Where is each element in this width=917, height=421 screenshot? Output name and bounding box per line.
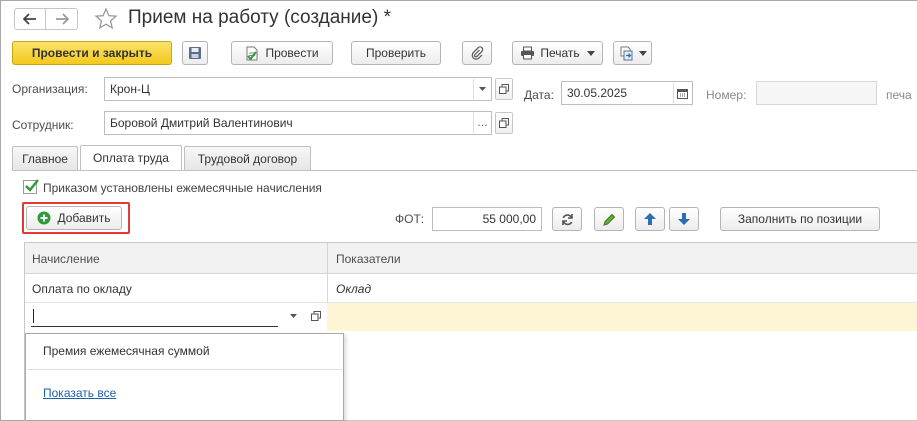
fot-field[interactable]: 55 000,00 bbox=[432, 207, 542, 231]
employee-value: Боровой Дмитрий Валентинович bbox=[110, 116, 293, 130]
employee-field[interactable]: Боровой Дмитрий Валентинович bbox=[104, 111, 492, 135]
add-button[interactable]: Добавить bbox=[26, 206, 122, 230]
dropdown-arrow-icon bbox=[289, 314, 297, 318]
column-header-accrual[interactable]: Начисление bbox=[32, 252, 100, 266]
org-open-button[interactable] bbox=[495, 78, 513, 100]
table-header bbox=[25, 243, 917, 274]
accrual-open-button[interactable] bbox=[308, 307, 324, 325]
checkmark-icon bbox=[25, 179, 39, 192]
attach-button[interactable] bbox=[462, 41, 492, 65]
print-menu-button[interactable]: Печать bbox=[512, 41, 603, 65]
monthly-accruals-checkbox[interactable] bbox=[23, 179, 39, 194]
open-window-icon bbox=[311, 311, 321, 321]
post-and-close-button[interactable]: Провести и закрыть bbox=[12, 41, 172, 65]
paperclip-icon bbox=[471, 46, 484, 60]
accrual-dropdown-list: Премия ежемесячная суммой Показать все bbox=[25, 333, 344, 421]
column-header-indicators[interactable]: Показатели bbox=[336, 252, 401, 266]
date-value: 30.05.2025 bbox=[567, 86, 628, 100]
fot-label: ФОТ: bbox=[395, 212, 425, 226]
nav-forward-button[interactable] bbox=[46, 8, 78, 30]
favorite-star-icon[interactable] bbox=[94, 7, 118, 31]
monthly-accruals-label: Приказом установлены ежемесячные начисле… bbox=[43, 181, 322, 195]
employee-select-button[interactable]: … bbox=[473, 112, 491, 134]
post-document-icon bbox=[246, 46, 258, 61]
org-field[interactable]: Крон-Ц bbox=[104, 77, 492, 101]
fill-by-position-button[interactable]: Заполнить по позиции bbox=[720, 207, 880, 231]
tabs-baseline bbox=[12, 170, 917, 171]
post-button-label: Провести bbox=[265, 46, 319, 60]
number-label: Номер: bbox=[706, 88, 747, 102]
move-up-button[interactable] bbox=[635, 207, 665, 231]
related-docs-menu-button[interactable] bbox=[613, 41, 652, 65]
arrow-left-icon bbox=[23, 13, 36, 25]
tab-contract[interactable]: Трудовой договор bbox=[184, 146, 311, 170]
pencil-icon bbox=[602, 213, 615, 226]
open-window-icon bbox=[499, 84, 509, 94]
accrual-dropdown-button[interactable] bbox=[286, 307, 300, 325]
date-calendar-button[interactable] bbox=[673, 82, 691, 104]
arrow-right-icon bbox=[55, 13, 69, 25]
print-partial-label: печа bbox=[886, 88, 912, 102]
indicators-cell: Оклад bbox=[336, 282, 372, 296]
accrual-cell: Оплата по окладу bbox=[32, 282, 132, 296]
save-button[interactable] bbox=[182, 41, 208, 65]
window-title: Прием на работу (создание) * bbox=[128, 7, 391, 28]
add-circle-icon bbox=[37, 211, 51, 225]
text-cursor bbox=[33, 309, 34, 323]
edit-button[interactable] bbox=[594, 207, 624, 231]
date-label: Дата: bbox=[524, 88, 554, 102]
tab-payment[interactable]: Оплата труда bbox=[80, 145, 182, 170]
employee-open-button[interactable] bbox=[495, 112, 513, 134]
tab-main[interactable]: Главное bbox=[12, 146, 78, 170]
post-button[interactable]: Провести bbox=[231, 41, 333, 65]
dropdown-item[interactable]: Премия ежемесячная суммой bbox=[43, 344, 210, 358]
dropdown-arrow-icon bbox=[479, 87, 486, 91]
fot-value: 55 000,00 bbox=[482, 212, 536, 226]
accrual-edit-input[interactable] bbox=[31, 305, 278, 327]
table-row[interactable]: Оплата по окладу Оклад bbox=[25, 274, 917, 303]
dropdown-arrow-icon bbox=[586, 50, 595, 56]
add-button-label: Добавить bbox=[57, 211, 111, 225]
edit-row[interactable] bbox=[25, 303, 917, 331]
arrow-down-icon bbox=[678, 213, 690, 225]
check-button[interactable]: Проверить bbox=[351, 41, 441, 65]
dropdown-arrow-icon bbox=[638, 50, 647, 56]
move-down-button[interactable] bbox=[669, 207, 699, 231]
linked-documents-icon bbox=[620, 46, 632, 60]
open-window-icon bbox=[499, 118, 509, 128]
refresh-icon bbox=[561, 213, 573, 225]
number-field[interactable] bbox=[756, 81, 877, 105]
org-label: Организация: bbox=[12, 82, 88, 96]
org-value: Крон-Ц bbox=[110, 82, 150, 96]
arrow-up-icon bbox=[644, 213, 656, 225]
floppy-disk-icon bbox=[189, 47, 201, 59]
show-all-link[interactable]: Показать все bbox=[43, 386, 116, 400]
dropdown-separator bbox=[27, 369, 342, 370]
printer-icon bbox=[521, 46, 535, 60]
print-button-label: Печать bbox=[540, 46, 580, 60]
refresh-button[interactable] bbox=[552, 207, 582, 231]
nav-back-button[interactable] bbox=[14, 8, 46, 30]
employee-label: Сотрудник: bbox=[12, 118, 74, 132]
org-dropdown-button[interactable] bbox=[473, 78, 491, 100]
calendar-icon bbox=[677, 88, 688, 99]
edit-row-highlight bbox=[327, 303, 917, 331]
